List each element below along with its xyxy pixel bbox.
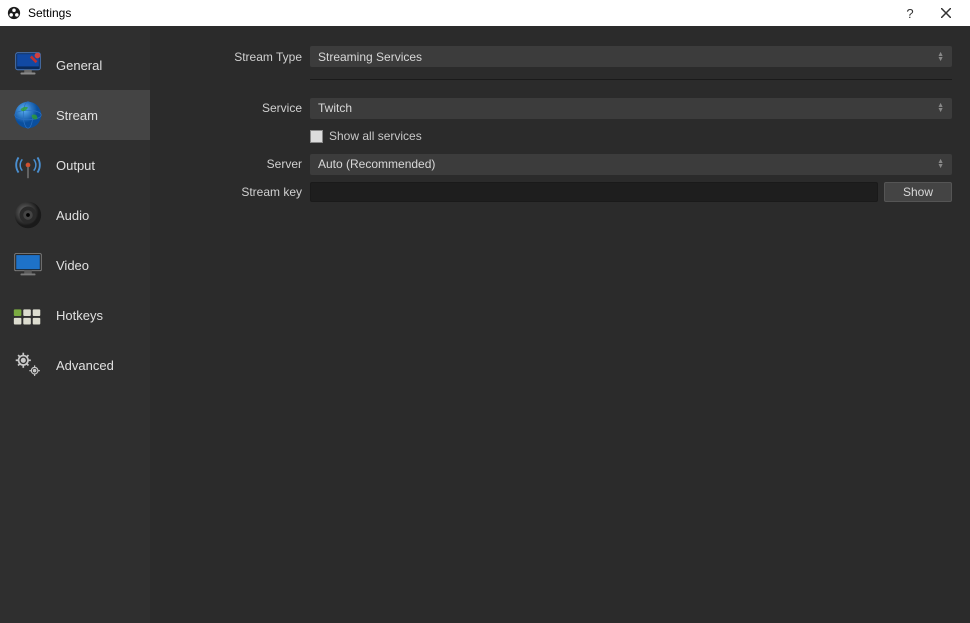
chevron-updown-icon: ▲▼ — [937, 52, 944, 62]
sidebar-item-label: Video — [56, 258, 89, 273]
divider — [310, 79, 952, 80]
sidebar-item-audio[interactable]: Audio — [0, 190, 150, 240]
stream-type-label: Stream Type — [150, 50, 310, 64]
stream-key-input[interactable] — [310, 182, 878, 202]
sidebar-item-label: Stream — [56, 108, 98, 123]
sidebar-item-video[interactable]: Video — [0, 240, 150, 290]
monitor-wrench-icon — [10, 47, 46, 83]
server-select[interactable]: Auto (Recommended) ▲▼ — [310, 154, 952, 175]
gears-icon — [10, 347, 46, 383]
service-select[interactable]: Twitch ▲▼ — [310, 98, 952, 119]
sidebar-item-general[interactable]: General — [0, 40, 150, 90]
chevron-updown-icon: ▲▼ — [937, 103, 944, 113]
show-key-button[interactable]: Show — [884, 182, 952, 202]
server-label: Server — [150, 157, 310, 171]
stream-type-value: Streaming Services — [318, 50, 422, 64]
keyboard-icon — [10, 297, 46, 333]
sidebar-item-label: Output — [56, 158, 95, 173]
window-title: Settings — [28, 6, 892, 20]
server-row: Server Auto (Recommended) ▲▼ — [150, 152, 952, 176]
sidebar-item-label: Audio — [56, 208, 89, 223]
show-all-services-row: Show all services — [150, 124, 952, 148]
app-icon — [6, 5, 22, 21]
stream-type-row: Stream Type Streaming Services ▲▼ — [150, 38, 952, 67]
speaker-icon — [10, 197, 46, 233]
service-label: Service — [150, 101, 310, 115]
titlebar: Settings ? — [0, 0, 970, 26]
service-row: Service Twitch ▲▼ — [150, 96, 952, 120]
show-all-services-checkbox[interactable]: Show all services — [310, 129, 422, 143]
settings-content: Stream Type Streaming Services ▲▼ Servic… — [150, 26, 970, 623]
stream-key-row: Stream key Show — [150, 180, 952, 204]
app-body: General Stream — [0, 26, 970, 623]
checkbox-icon — [310, 130, 323, 143]
sidebar-item-label: General — [56, 58, 102, 73]
sidebar-item-label: Hotkeys — [56, 308, 103, 323]
antenna-icon — [10, 147, 46, 183]
help-button[interactable]: ? — [892, 0, 928, 26]
service-value: Twitch — [318, 101, 352, 115]
close-button[interactable] — [928, 0, 964, 26]
globe-icon — [10, 97, 46, 133]
chevron-updown-icon: ▲▼ — [937, 159, 944, 169]
show-all-services-label: Show all services — [329, 129, 422, 143]
sidebar: General Stream — [0, 26, 150, 623]
stream-key-label: Stream key — [150, 185, 310, 199]
sidebar-item-advanced[interactable]: Advanced — [0, 340, 150, 390]
server-value: Auto (Recommended) — [318, 157, 435, 171]
sidebar-item-label: Advanced — [56, 358, 114, 373]
sidebar-item-hotkeys[interactable]: Hotkeys — [0, 290, 150, 340]
sidebar-item-output[interactable]: Output — [0, 140, 150, 190]
stream-type-select[interactable]: Streaming Services ▲▼ — [310, 46, 952, 67]
sidebar-item-stream[interactable]: Stream — [0, 90, 150, 140]
monitor-icon — [10, 247, 46, 283]
